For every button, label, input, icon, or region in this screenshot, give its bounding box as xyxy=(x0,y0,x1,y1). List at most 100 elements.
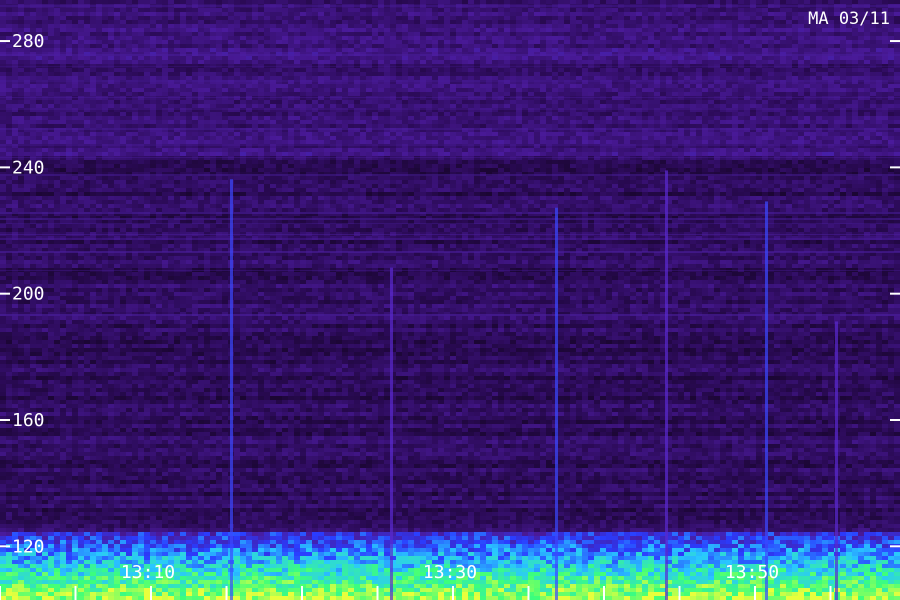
heat-cell xyxy=(846,44,852,48)
heat-cell xyxy=(270,48,276,52)
heat-cell xyxy=(102,116,108,120)
heat-cell xyxy=(150,112,156,116)
heat-cell xyxy=(246,28,252,32)
heat-cell xyxy=(732,88,738,92)
heat-cell xyxy=(240,132,246,136)
heat-cell xyxy=(546,84,552,88)
heat-cell xyxy=(54,56,60,60)
heat-cell xyxy=(498,72,504,76)
heat-cell xyxy=(216,124,222,128)
heat-cell xyxy=(222,120,228,124)
heat-cell xyxy=(624,12,630,16)
heat-cell xyxy=(804,60,810,64)
heat-cell xyxy=(810,112,816,116)
heat-cell xyxy=(684,84,690,88)
heat-cell xyxy=(738,16,744,20)
heat-cell xyxy=(252,124,258,128)
heat-cell xyxy=(390,92,396,96)
heat-cell xyxy=(624,76,630,80)
heat-cell xyxy=(288,44,294,48)
heat-cell xyxy=(684,88,690,92)
heat-cell xyxy=(582,12,588,16)
heat-cell xyxy=(606,60,612,64)
heat-cell xyxy=(396,88,402,92)
heat-cell xyxy=(72,24,78,28)
heat-cell xyxy=(354,112,360,116)
heat-cell xyxy=(66,36,72,40)
heat-cell xyxy=(666,116,672,120)
heat-cell xyxy=(408,48,414,52)
heat-cell xyxy=(348,0,354,4)
heat-cell xyxy=(12,0,18,4)
heat-cell xyxy=(474,36,480,40)
heat-cell xyxy=(102,100,108,104)
heat-cell xyxy=(774,20,780,24)
heat-cell xyxy=(384,16,390,20)
heat-cell xyxy=(534,8,540,12)
heat-cell xyxy=(306,28,312,32)
heat-cell xyxy=(78,116,84,120)
heat-cell xyxy=(342,100,348,104)
heat-cell xyxy=(174,88,180,92)
heat-cell xyxy=(570,76,576,80)
heat-cell xyxy=(360,84,366,88)
heat-cell xyxy=(672,40,678,44)
heat-cell xyxy=(168,68,174,72)
heat-cell xyxy=(330,104,336,108)
heat-cell xyxy=(444,16,450,20)
heat-cell xyxy=(396,56,402,60)
heat-cell xyxy=(18,8,24,12)
heat-cell xyxy=(564,56,570,60)
heat-cell xyxy=(432,72,438,76)
heat-cell xyxy=(0,60,6,64)
heat-cell xyxy=(390,120,396,124)
heat-cell xyxy=(354,116,360,120)
heat-cell xyxy=(72,44,78,48)
heat-cell xyxy=(486,16,492,20)
heat-cell xyxy=(240,24,246,28)
heat-cell xyxy=(594,48,600,52)
heat-cell xyxy=(72,40,78,44)
heat-cell xyxy=(444,56,450,60)
heat-cell xyxy=(102,20,108,24)
heat-cell xyxy=(108,120,114,124)
heat-cell xyxy=(384,36,390,40)
heat-cell xyxy=(90,132,96,136)
heat-cell xyxy=(492,44,498,48)
heat-cell xyxy=(618,16,624,20)
heat-cell xyxy=(660,8,666,12)
heat-cell xyxy=(672,76,678,80)
heat-cell xyxy=(132,24,138,28)
heat-cell xyxy=(198,92,204,96)
heat-cell xyxy=(390,60,396,64)
heat-cell xyxy=(78,76,84,80)
heat-cell xyxy=(630,120,636,124)
heat-cell xyxy=(630,112,636,116)
heat-cell xyxy=(342,36,348,40)
heat-cell xyxy=(180,104,186,108)
heat-cell xyxy=(300,24,306,28)
heat-cell xyxy=(606,120,612,124)
heat-cell xyxy=(276,32,282,36)
heat-cell xyxy=(132,104,138,108)
heat-cell xyxy=(36,116,42,120)
heat-cell xyxy=(492,104,498,108)
heat-cell xyxy=(312,60,318,64)
heat-cell xyxy=(738,112,744,116)
heat-cell xyxy=(894,16,900,20)
heat-cell xyxy=(552,20,558,24)
heat-cell xyxy=(282,124,288,128)
heat-cell xyxy=(504,124,510,128)
heat-cell xyxy=(30,88,36,92)
heat-cell xyxy=(84,24,90,28)
heat-cell xyxy=(750,84,756,88)
heat-cell xyxy=(66,60,72,64)
heat-cell xyxy=(882,36,888,40)
heat-cell xyxy=(636,112,642,116)
heat-cell xyxy=(894,36,900,40)
heat-cell xyxy=(654,68,660,72)
heat-cell xyxy=(36,60,42,64)
heat-cell xyxy=(18,88,24,92)
heat-cell xyxy=(156,132,162,136)
heat-cell xyxy=(636,68,642,72)
